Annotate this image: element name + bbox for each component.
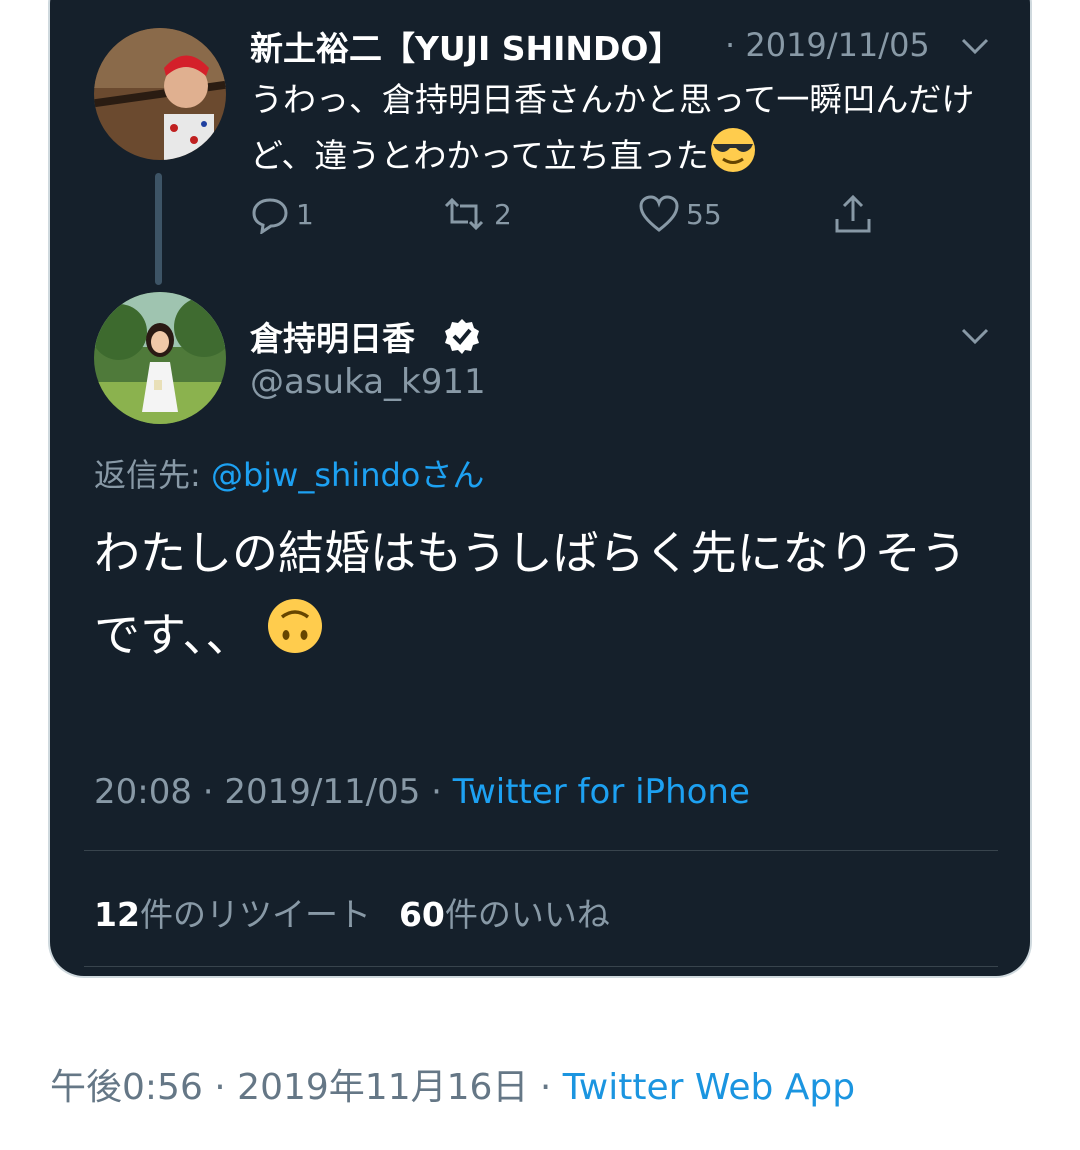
retweet-icon: [444, 197, 484, 231]
retweet-action[interactable]: 2: [440, 192, 512, 236]
like-count: 55: [686, 197, 722, 231]
main-author-handle[interactable]: @asuka_k911: [250, 362, 486, 402]
verified-badge-icon: [445, 319, 479, 354]
chevron-down-icon[interactable]: [955, 32, 995, 62]
yuji-shindo-avatar[interactable]: [94, 28, 226, 160]
reply-mention-suffix: さん: [420, 456, 485, 494]
replying-to-label: 返信先:: [94, 456, 211, 494]
divider: [84, 966, 998, 967]
reply-mention-link[interactable]: @bjw_shindo: [211, 456, 420, 494]
likes-stat[interactable]: 60件のいいね: [399, 895, 610, 934]
replying-to-line: 返信先: @bjw_shindoさん: [94, 450, 484, 496]
thread-connector-line: [155, 173, 162, 285]
upside-down-face-emoji-icon: [266, 597, 324, 680]
retweet-count: 2: [494, 197, 512, 231]
asuka-kuramochi-avatar[interactable]: [94, 292, 226, 424]
footer-source-link[interactable]: Twitter Web App: [563, 1067, 855, 1108]
like-action[interactable]: 55: [638, 192, 722, 236]
engagement-stats: 12件のリツイート 60件のいいね: [94, 888, 610, 936]
retweets-stat[interactable]: 12件のリツイート: [94, 895, 371, 934]
embedded-tweet-card[interactable]: 新土裕二【YUJI SHINDO】 · 2019/11/05 うわっ、倉持明日香…: [50, 0, 1030, 976]
main-tweet-source-link[interactable]: Twitter for iPhone: [453, 772, 750, 812]
main-author-name[interactable]: 倉持明日香: [250, 312, 415, 360]
reply-date[interactable]: · 2019/11/05: [725, 26, 930, 64]
main-tweet-meta: 20:08 · 2019/11/05 · Twitter for iPhone: [94, 772, 750, 812]
footer-timestamp[interactable]: 午後0:56 · 2019年11月16日 ·: [50, 1067, 563, 1108]
reply-icon: [252, 198, 288, 234]
main-tweet-timestamp[interactable]: 20:08 · 2019/11/05 ·: [94, 772, 453, 812]
main-tweet-text: わたしの結婚はもうしばらく先になりそうです、、: [94, 512, 994, 680]
reply-count: 1: [296, 197, 314, 231]
share-action[interactable]: [832, 192, 880, 236]
reply-tweet-text: うわっ、倉持明日香さんかと思って一瞬凹んだけど、違うとわかって立ち直った: [250, 74, 1010, 189]
quote-footer: 午後0:56 · 2019年11月16日 · Twitter Web App: [50, 1058, 855, 1110]
divider: [84, 850, 998, 851]
sunglasses-emoji-icon: [709, 126, 757, 189]
reply-author-name[interactable]: 新土裕二【YUJI SHINDO】: [250, 22, 681, 70]
reply-tweet-actions: 1 2 55: [250, 192, 950, 236]
heart-icon: [639, 195, 679, 232]
share-icon: [835, 194, 871, 233]
reply-action[interactable]: 1: [250, 192, 314, 236]
chevron-down-icon[interactable]: [955, 322, 995, 352]
